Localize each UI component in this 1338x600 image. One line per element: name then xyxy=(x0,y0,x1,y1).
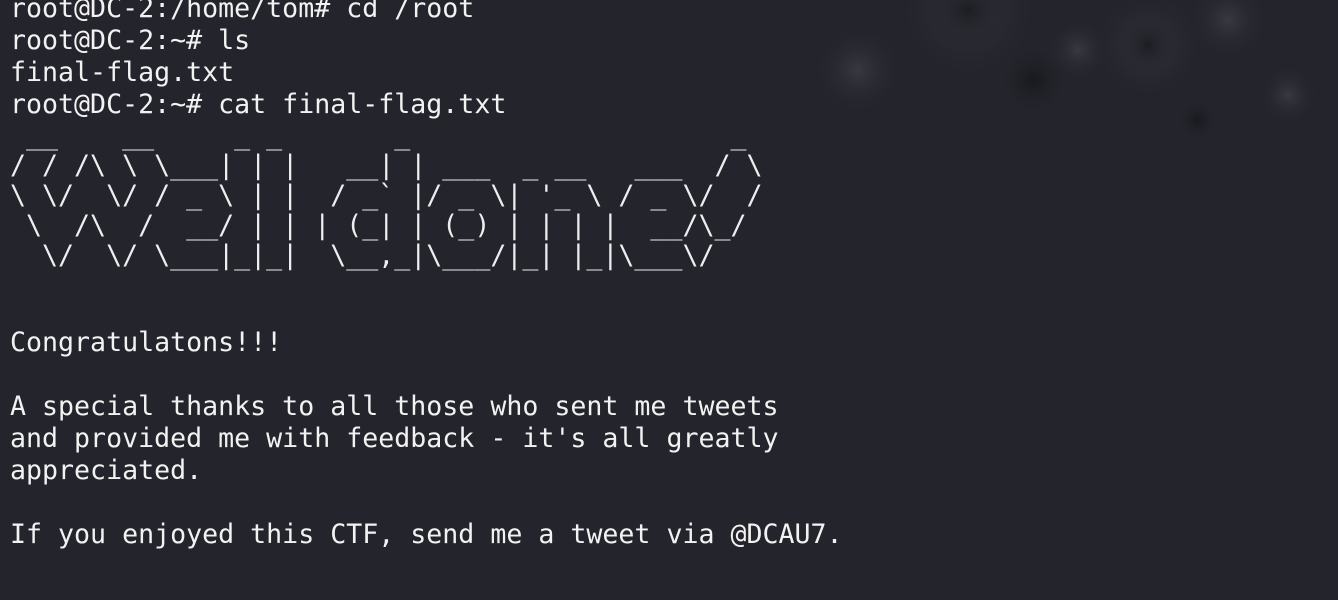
command-cat-flag: root@DC-2:~# cat final-flag.txt xyxy=(10,89,507,120)
ascii-line: \/ \/ \___|_|_| \__,_|\___/|_| |_|\___\/ xyxy=(10,240,715,271)
terminal-window[interactable]: root@DC-2:/home/tom# cd /root root@DC-2:… xyxy=(10,0,1330,600)
ascii-line: \ /\ / __/ | | | (_| | (_) | | | | __/\_… xyxy=(10,210,747,241)
ascii-line: / / /\ \ \___| | | __| | ___ _ __ ___ / … xyxy=(10,150,763,181)
thanks-line: and provided me with feedback - it's all… xyxy=(10,423,779,454)
ascii-line: __ __ _ _ _ _ xyxy=(10,120,763,151)
ascii-line: \ \/ \/ / _ \ | | / _` |/ _ \| '_ \ / _ … xyxy=(10,180,763,211)
command-cd-root: root@DC-2:/home/tom# cd /root xyxy=(10,0,475,24)
command-ls: root@DC-2:~# ls xyxy=(10,25,251,56)
thanks-line: A special thanks to all those who sent m… xyxy=(10,391,779,422)
thanks-line: appreciated. xyxy=(10,455,203,486)
closing-message: If you enjoyed this CTF, send me a tweet… xyxy=(10,519,843,550)
congrats-message: Congratulatons!!! xyxy=(10,327,283,358)
ls-output: final-flag.txt xyxy=(10,57,235,88)
ascii-art-well-done: __ __ _ _ _ _ / / /\ \ \___| | | __| | _… xyxy=(10,121,1330,271)
